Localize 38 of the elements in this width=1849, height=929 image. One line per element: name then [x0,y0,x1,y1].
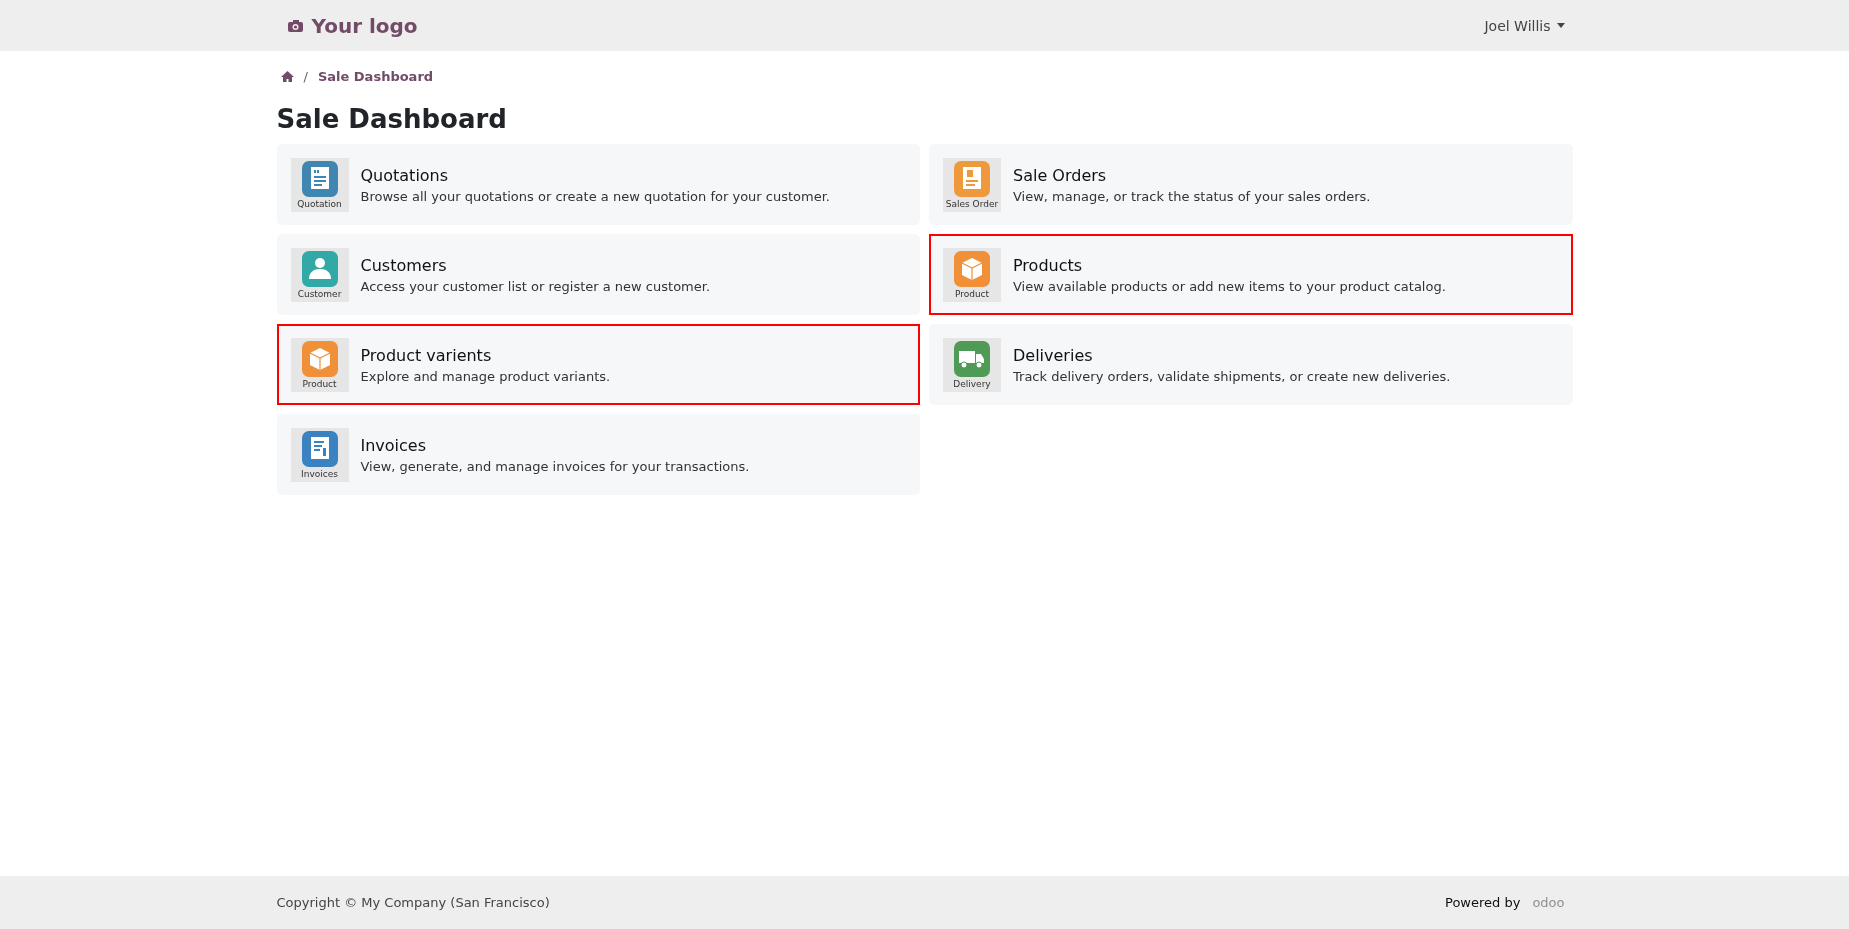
breadcrumb-current: Sale Dashboard [317,69,434,84]
card-title: Sale Orders [1013,165,1108,185]
copyright-text: Copyright © My Company (San Francisco) [276,895,550,910]
card-description: Track delivery orders, validate shipments, or create new deliveries. [1013,368,1451,384]
card-description: Access your customer list or register a new customer. [360,278,711,294]
app-icon: Invoices [290,427,349,482]
card-description: View available products or add new items to your product catalog. [1013,278,1446,294]
dashboard-card[interactable]: Product Product varients Explore and manage product variants. [276,324,920,405]
dashboard-card[interactable]: Product Products View available products or add new items to your product catalog. [929,234,1573,315]
app-icon: Delivery [943,337,1001,392]
dashboard-card[interactable]: Delivery Deliveries Track delivery orders, validate shipments, or create new deliveries. [929,324,1573,405]
app-icon: Customer [290,247,349,302]
card-title: Products [1013,255,1084,275]
card-description: Browse all your quotations or create a new quotation for your customer. [360,188,830,204]
app-icon: Product [290,337,349,392]
dashboard-card[interactable]: Sales Order Sale Orders View, manage, or track the status of your sales orders. [929,144,1573,225]
card-title: Deliveries [1013,345,1094,365]
app-icon: Sales Order [943,157,1001,212]
app-icon: Quotation [290,157,349,212]
powered-by-text: Powered by [1445,895,1521,910]
app-icon: Product [943,247,1001,302]
card-description: View, generate, and manage invoices for your transactions. [360,458,750,474]
card-title: Invoices [360,435,428,455]
card-title: Product varients [360,345,493,365]
caret-icon [1556,23,1565,28]
dashboard-card[interactable]: Invoices Invoices View, generate, and manage invoices for your transactions. [276,414,920,495]
logo-text: Your logo [311,13,418,38]
breadcrumb-separator: / [303,69,308,84]
dashboard-card[interactable]: Customer Customers Access your customer list or register a new customer. [276,234,920,315]
home-icon[interactable] [280,71,294,82]
camera-icon [286,18,304,33]
card-title: Customers [360,255,448,275]
card-description: Explore and manage product variants. [360,368,611,384]
card-title: Quotations [360,165,450,185]
dashboard-card[interactable]: Quotation Quotations Browse all your quotations or create a new quotation for your customer. [276,144,920,225]
page-title: Sale Dashboard [276,104,508,134]
user-menu[interactable]: Joel Willis [1478,16,1573,35]
card-description: View, manage, or track the status of your sales orders. [1013,188,1371,204]
